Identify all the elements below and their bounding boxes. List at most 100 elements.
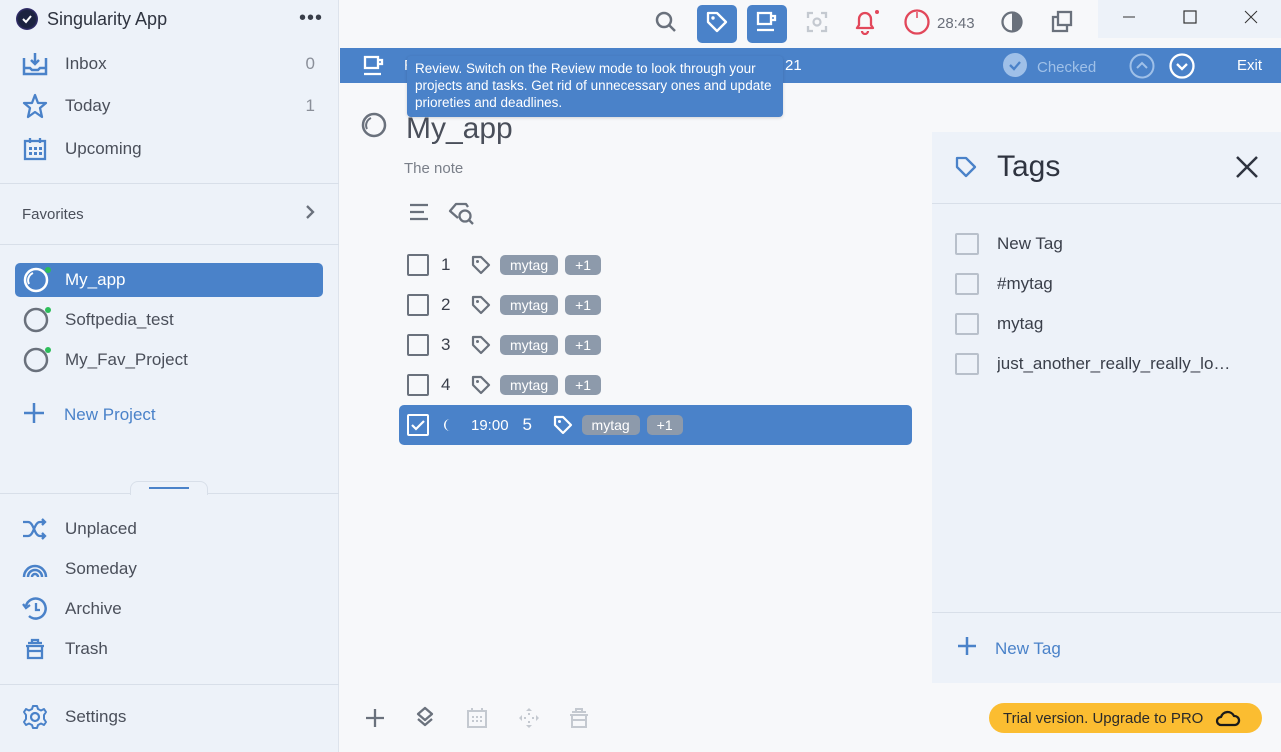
sidebar-item-settings[interactable]: Settings bbox=[0, 697, 339, 737]
app-header: Singularity App ••• bbox=[0, 0, 339, 38]
sidebar-item-unplaced[interactable]: Unplaced bbox=[0, 509, 339, 549]
tag-label: #mytag bbox=[997, 274, 1053, 293]
tag-icon bbox=[705, 10, 729, 39]
sidebar-item-inbox[interactable]: Inbox 0 bbox=[0, 44, 339, 84]
tag-chip[interactable]: mytag bbox=[500, 295, 559, 315]
tag-chip[interactable]: mytag bbox=[500, 255, 559, 275]
search-button[interactable] bbox=[646, 5, 686, 43]
close-window-button[interactable] bbox=[1220, 0, 1281, 38]
tag-checkbox[interactable] bbox=[955, 273, 979, 295]
tags-panel-title: Tags bbox=[997, 150, 1061, 183]
mini-window-button[interactable] bbox=[1042, 5, 1082, 43]
task-row[interactable]: 2 mytag +1 bbox=[399, 285, 912, 325]
notifications-button[interactable] bbox=[847, 5, 887, 43]
add-task-button[interactable] bbox=[362, 705, 413, 731]
contrast-icon bbox=[1000, 10, 1024, 39]
tag-icon bbox=[955, 156, 977, 183]
task-title: 3 bbox=[441, 335, 451, 354]
review-mode-button[interactable] bbox=[747, 5, 787, 43]
project-item-my-fav-project[interactable]: My_Fav_Project bbox=[15, 343, 323, 377]
task-row[interactable]: 1 mytag +1 bbox=[399, 245, 912, 285]
tag-chip[interactable]: mytag bbox=[581, 415, 640, 435]
next-button[interactable] bbox=[1169, 53, 1195, 84]
more-tags-chip[interactable]: +1 bbox=[565, 255, 602, 275]
sidebar-item-label: Upcoming bbox=[65, 139, 142, 158]
minimize-icon bbox=[1122, 10, 1136, 29]
exit-review-button[interactable]: Exit bbox=[1237, 57, 1262, 74]
focus-frame-icon bbox=[806, 11, 828, 38]
tag-search-icon[interactable] bbox=[448, 202, 476, 233]
tag-list-item[interactable]: #mytag bbox=[955, 269, 1247, 299]
task-row[interactable]: 4 mytag +1 bbox=[399, 365, 912, 405]
task-title: 5 bbox=[522, 415, 533, 434]
previous-button[interactable] bbox=[1129, 53, 1155, 84]
project-item-softpedia-test[interactable]: Softpedia_test bbox=[15, 303, 323, 337]
tag-icon bbox=[471, 335, 491, 355]
sidebar-item-trash[interactable]: Trash bbox=[0, 629, 339, 669]
sidebar-item-archive[interactable]: Archive bbox=[0, 589, 339, 629]
sort-menu-icon[interactable] bbox=[408, 202, 430, 233]
tag-list-item[interactable]: New Tag bbox=[955, 229, 1247, 259]
project-note[interactable]: The note bbox=[404, 160, 463, 177]
sidebar-item-upcoming[interactable]: Upcoming bbox=[0, 129, 339, 169]
theme-toggle-button[interactable] bbox=[992, 5, 1032, 43]
task-checkbox[interactable] bbox=[407, 374, 429, 396]
tags-button[interactable] bbox=[697, 5, 737, 43]
tag-chip[interactable]: mytag bbox=[500, 375, 559, 395]
sidebar-item-label: Unplaced bbox=[65, 519, 137, 538]
new-project-button[interactable]: New Project bbox=[22, 398, 156, 432]
plus-icon bbox=[22, 401, 46, 430]
maximize-button[interactable] bbox=[1159, 0, 1220, 38]
sidebar: Singularity App ••• Inbox 0 Today 1 Upco… bbox=[0, 0, 339, 752]
tag-checkbox[interactable] bbox=[955, 313, 979, 335]
task-title: 4 bbox=[441, 375, 451, 394]
sidebar-item-someday[interactable]: Someday bbox=[0, 549, 339, 589]
new-project-label: New Project bbox=[64, 405, 156, 424]
task-row[interactable]: 3 mytag +1 bbox=[399, 325, 912, 365]
tag-chip[interactable]: mytag bbox=[500, 335, 559, 355]
tag-label: New Tag bbox=[997, 234, 1063, 253]
focus-button[interactable] bbox=[797, 5, 837, 43]
favorites-section[interactable]: Favorites bbox=[0, 184, 339, 244]
tags-panel-footer: New Tag bbox=[932, 612, 1281, 683]
task-checkbox[interactable] bbox=[407, 334, 429, 356]
pomodoro-timer-button[interactable] bbox=[897, 5, 937, 43]
project-title[interactable]: My_app bbox=[406, 112, 513, 146]
sidebar-item-label: Inbox bbox=[65, 54, 107, 73]
status-dot bbox=[45, 307, 51, 313]
task-checkbox[interactable] bbox=[407, 294, 429, 316]
project-progress-icon[interactable] bbox=[361, 112, 387, 138]
sidebar-item-today[interactable]: Today 1 bbox=[0, 86, 339, 126]
more-tags-chip[interactable]: +1 bbox=[565, 295, 602, 315]
tag-checkbox[interactable] bbox=[955, 233, 979, 255]
gear-icon bbox=[22, 704, 48, 730]
sidebar-resize-handle[interactable] bbox=[130, 481, 208, 495]
today-count: 1 bbox=[305, 96, 315, 115]
more-tags-chip[interactable]: +1 bbox=[565, 335, 602, 355]
coffee-cup-icon bbox=[755, 10, 779, 39]
review-tooltip: Review. Switch on the Review mode to loo… bbox=[407, 56, 783, 117]
app-title: Singularity App bbox=[47, 8, 168, 29]
checked-button[interactable]: Checked bbox=[1003, 53, 1096, 82]
windows-icon bbox=[1050, 10, 1074, 39]
layers-icon[interactable] bbox=[413, 705, 464, 731]
trash-icon[interactable] bbox=[566, 705, 617, 731]
close-panel-button[interactable] bbox=[1235, 155, 1259, 184]
check-circle-icon bbox=[1003, 53, 1027, 82]
calendar-icon[interactable] bbox=[464, 705, 515, 731]
task-row[interactable]: 19:00 5 mytag +1 bbox=[399, 405, 912, 445]
tag-checkbox[interactable] bbox=[955, 353, 979, 375]
sidebar-item-label: Archive bbox=[65, 599, 122, 618]
tag-list-item[interactable]: just_another_really_really_lo… bbox=[955, 349, 1247, 379]
upgrade-pro-button[interactable]: Trial version. Upgrade to PRO bbox=[989, 703, 1262, 733]
project-item-my-app[interactable]: My_app bbox=[15, 263, 323, 297]
move-icon[interactable] bbox=[515, 705, 566, 731]
more-menu-button[interactable]: ••• bbox=[299, 8, 323, 28]
new-tag-button[interactable]: New Tag bbox=[957, 636, 1061, 661]
task-checkbox[interactable] bbox=[407, 254, 429, 276]
tag-list-item[interactable]: mytag bbox=[955, 309, 1247, 339]
more-tags-chip[interactable]: +1 bbox=[646, 415, 683, 435]
minimize-button[interactable] bbox=[1098, 0, 1159, 38]
more-tags-chip[interactable]: +1 bbox=[565, 375, 602, 395]
task-checkbox[interactable] bbox=[407, 414, 429, 436]
